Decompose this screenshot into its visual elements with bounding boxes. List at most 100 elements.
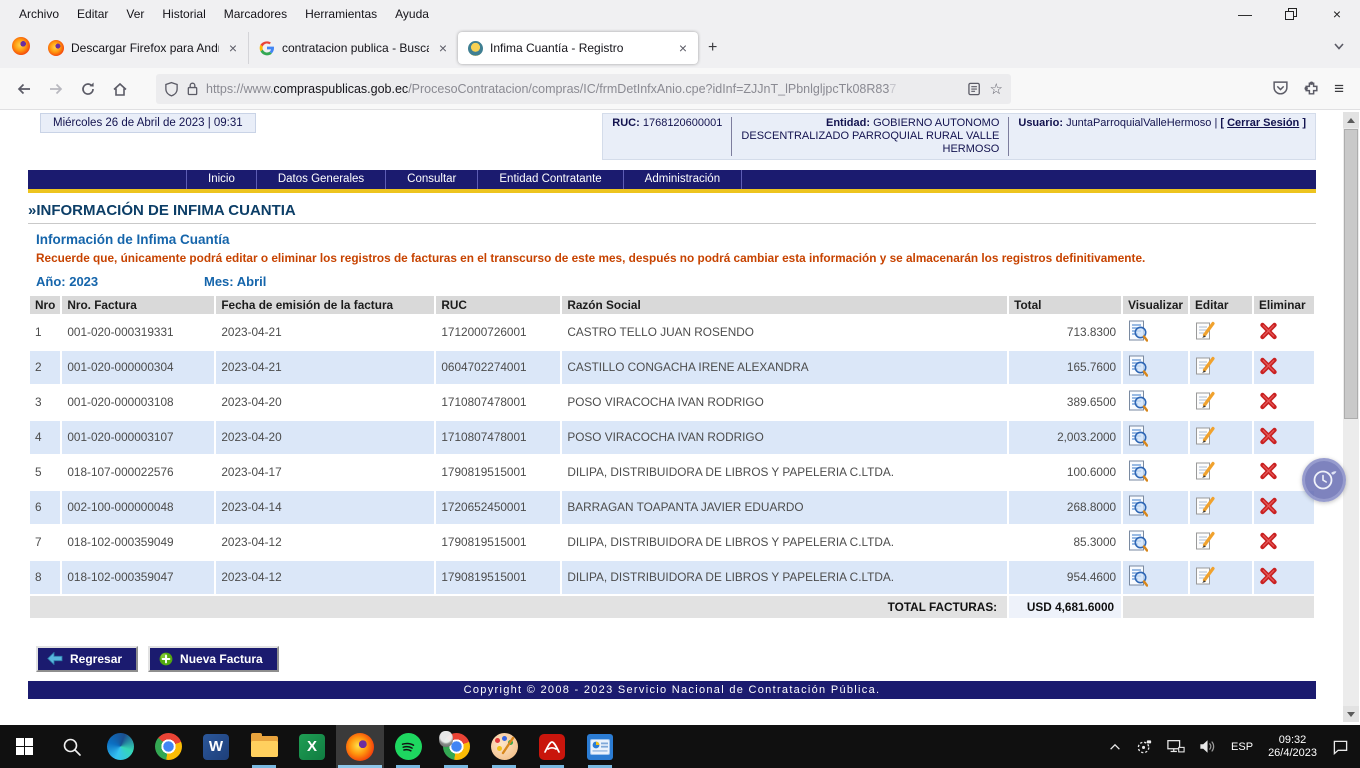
start-button[interactable] <box>0 725 48 768</box>
delete-invoice-icon[interactable] <box>1259 532 1278 550</box>
windows-taskbar: W X <box>0 725 1360 768</box>
view-invoice-icon[interactable] <box>1128 320 1148 342</box>
nav-item-inicio[interactable]: Inicio <box>186 170 256 189</box>
delete-invoice-icon[interactable] <box>1259 357 1278 375</box>
view-invoice-icon[interactable] <box>1128 390 1148 412</box>
clock-datetime[interactable]: 09:32 26/4/2023 <box>1260 734 1325 760</box>
menu-icon[interactable]: ≡ <box>1334 79 1344 99</box>
cell-eliminar <box>1254 421 1314 454</box>
file-explorer-icon <box>251 736 278 757</box>
edit-invoice-icon[interactable] <box>1195 391 1215 411</box>
delete-invoice-icon[interactable] <box>1259 462 1278 480</box>
minimize-button[interactable]: — <box>1222 0 1268 28</box>
taskbar-media-app[interactable] <box>576 725 624 768</box>
tab-close-icon[interactable]: × <box>676 40 690 56</box>
language-indicator[interactable]: ESP <box>1224 741 1260 753</box>
time-tracker-widget[interactable] <box>1302 458 1346 502</box>
scrollbar-thumb[interactable] <box>1344 129 1358 419</box>
month-label: Mes: Abril <box>204 274 266 289</box>
view-invoice-icon[interactable] <box>1128 355 1148 377</box>
address-bar[interactable]: https://www.compraspublicas.gob.ec/Proce… <box>156 74 1011 104</box>
firefox-view-button[interactable] <box>12 37 30 60</box>
tray-expand-button[interactable] <box>1101 740 1129 754</box>
edit-invoice-icon[interactable] <box>1195 531 1215 551</box>
restore-button[interactable] <box>1268 0 1314 28</box>
tab-descargar-firefox[interactable]: Descargar Firefox para Android × <box>38 32 248 64</box>
page-viewport: Miércoles 26 de Abril de 2023 | 09:31 RU… <box>0 110 1360 725</box>
nav-item-consultar[interactable]: Consultar <box>385 170 477 189</box>
profile-badge <box>439 731 453 747</box>
edit-invoice-icon[interactable] <box>1195 496 1215 516</box>
back-button[interactable] <box>8 73 40 105</box>
delete-invoice-icon[interactable] <box>1259 322 1278 340</box>
bookmark-star-icon[interactable]: ☆ <box>990 80 1003 98</box>
cell-nro: 6 <box>30 491 60 524</box>
taskbar-edge[interactable] <box>96 725 144 768</box>
delete-invoice-icon[interactable] <box>1259 497 1278 515</box>
page-scrollbar[interactable] <box>1343 112 1359 722</box>
nav-item-datos-generales[interactable]: Datos Generales <box>256 170 385 189</box>
reader-view-icon[interactable] <box>968 82 983 96</box>
menu-ayuda[interactable]: Ayuda <box>386 4 438 24</box>
edit-invoice-icon[interactable] <box>1195 461 1215 481</box>
taskbar-chrome[interactable] <box>144 725 192 768</box>
nueva-factura-button[interactable]: Nueva Factura <box>148 646 279 672</box>
cell-razon-social: DILIPA, DISTRIBUIDORA DE LIBROS Y PAPELE… <box>562 561 1007 594</box>
menu-marcadores[interactable]: Marcadores <box>215 4 296 24</box>
nueva-factura-label: Nueva Factura <box>180 652 263 666</box>
menu-editar[interactable]: Editar <box>68 4 117 24</box>
tray-recorder[interactable] <box>1129 738 1160 755</box>
edit-invoice-icon[interactable] <box>1195 426 1215 446</box>
nav-item-entidad-contratante[interactable]: Entidad Contratante <box>477 170 622 189</box>
menu-historial[interactable]: Historial <box>153 4 214 24</box>
list-all-tabs-button[interactable] <box>1332 39 1360 58</box>
pocket-icon[interactable] <box>1272 80 1289 97</box>
taskbar-spotify[interactable] <box>384 725 432 768</box>
close-button[interactable]: × <box>1314 0 1360 28</box>
tray-volume[interactable] <box>1192 739 1224 754</box>
view-invoice-icon[interactable] <box>1128 565 1148 587</box>
taskbar-file-explorer[interactable] <box>240 725 288 768</box>
tab-close-icon[interactable]: × <box>226 40 240 56</box>
cell-visualizar <box>1123 351 1188 384</box>
tab-infima-cuantia-active[interactable]: Infima Cuantía - Registro × <box>458 32 698 64</box>
nav-item-administracion[interactable]: Administración <box>623 170 742 189</box>
taskbar-chrome-profile[interactable] <box>432 725 480 768</box>
edit-invoice-icon[interactable] <box>1195 321 1215 341</box>
tab-busqueda-google[interactable]: contratacion publica - Buscar co × <box>248 32 458 64</box>
new-tab-button[interactable]: + <box>698 37 727 59</box>
menu-ver[interactable]: Ver <box>117 4 153 24</box>
table-row: 3 001-020-000003108 2023-04-20 171080747… <box>30 386 1314 419</box>
logout-link[interactable]: Cerrar Sesión <box>1227 117 1299 129</box>
edit-invoice-icon[interactable] <box>1195 356 1215 376</box>
taskbar-search-button[interactable] <box>48 725 96 768</box>
view-invoice-icon[interactable] <box>1128 460 1148 482</box>
taskbar-excel[interactable]: X <box>288 725 336 768</box>
chrome-icon <box>155 733 182 760</box>
regresar-button[interactable]: Regresar <box>36 646 138 672</box>
notification-center-button[interactable] <box>1325 739 1356 755</box>
taskbar-word[interactable]: W <box>192 725 240 768</box>
delete-invoice-icon[interactable] <box>1259 567 1278 585</box>
taskbar-paint[interactable] <box>480 725 528 768</box>
taskbar-firefox-active[interactable] <box>336 725 384 768</box>
edit-invoice-icon[interactable] <box>1195 566 1215 586</box>
menu-herramientas[interactable]: Herramientas <box>296 4 386 24</box>
tray-network[interactable] <box>1160 739 1192 754</box>
cell-visualizar <box>1123 421 1188 454</box>
taskbar-acrobat[interactable] <box>528 725 576 768</box>
tab-close-icon[interactable]: × <box>436 40 450 56</box>
delete-invoice-icon[interactable] <box>1259 392 1278 410</box>
forward-button[interactable] <box>40 73 72 105</box>
delete-invoice-icon[interactable] <box>1259 427 1278 445</box>
home-button[interactable] <box>104 73 136 105</box>
system-tray: ESP 09:32 26/4/2023 <box>1101 725 1360 768</box>
extensions-icon[interactable] <box>1303 80 1320 97</box>
scroll-up-button[interactable] <box>1343 112 1359 128</box>
view-invoice-icon[interactable] <box>1128 495 1148 517</box>
reload-button[interactable] <box>72 73 104 105</box>
scroll-down-button[interactable] <box>1343 706 1359 722</box>
view-invoice-icon[interactable] <box>1128 425 1148 447</box>
menu-archivo[interactable]: Archivo <box>10 4 68 24</box>
view-invoice-icon[interactable] <box>1128 530 1148 552</box>
